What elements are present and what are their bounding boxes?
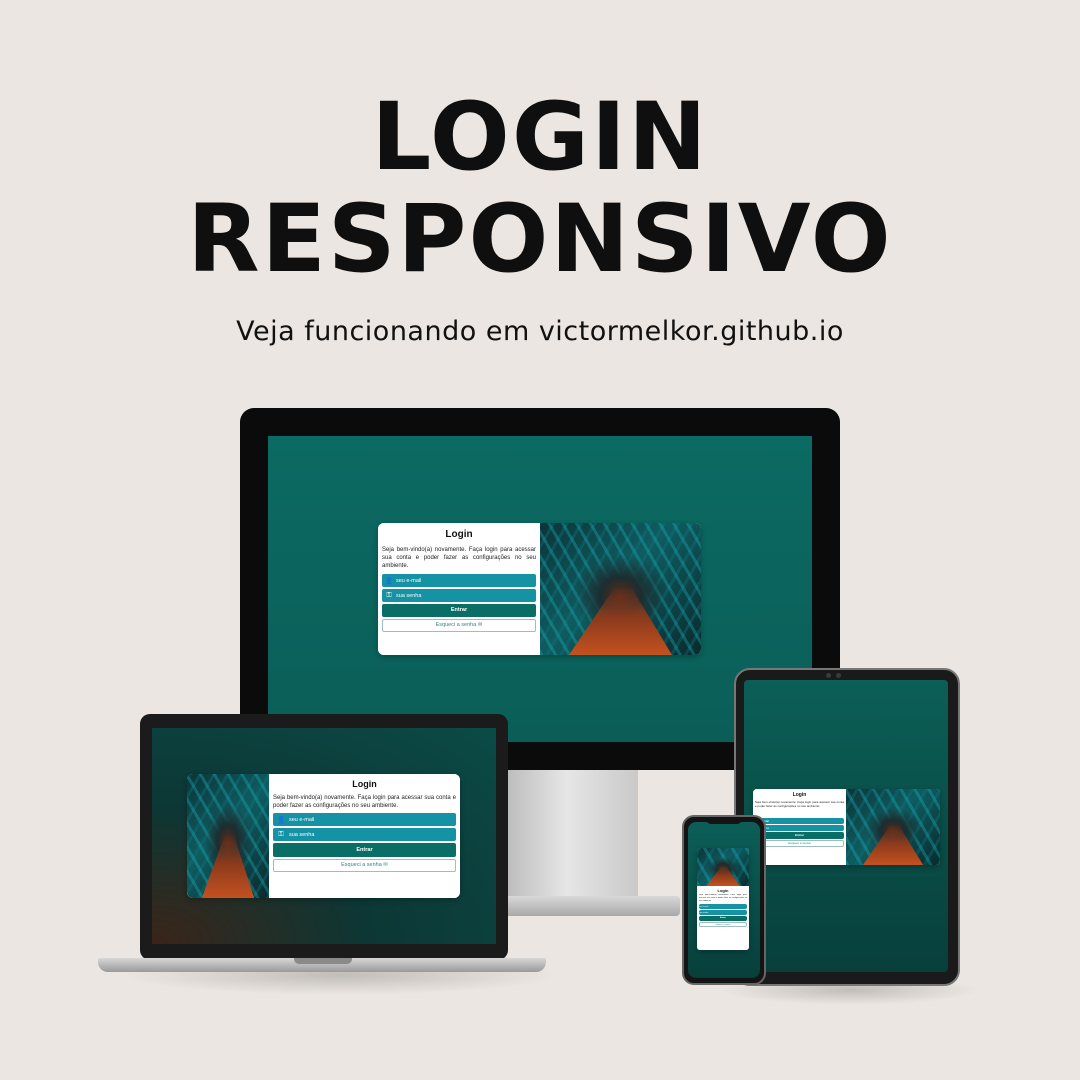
monitor-email-input[interactable]: 👤 seu e-mail: [382, 574, 536, 587]
promo-canvas: LOGIN RESPONSIVO Veja funcionando em vic…: [0, 0, 1080, 1080]
tablet-forgot-password-button[interactable]: Esqueci a senha: [755, 840, 844, 847]
phone-login-title: Login: [717, 888, 729, 893]
monitor-login-description: Seja bem-vindo(a) novamente. Faça login …: [382, 547, 536, 569]
user-icon: 👤: [384, 577, 394, 585]
tablet-email-input[interactable]: seu e-mail: [755, 818, 844, 824]
laptop-email-input[interactable]: 👤 seu e-mail: [273, 813, 456, 826]
phone-forgot-password-button[interactable]: Esqueci a senha: [699, 922, 747, 927]
phone-submit-button[interactable]: Entrar: [699, 916, 747, 921]
tablet-password-input[interactable]: sua senha: [755, 825, 844, 831]
tablet-camera: [836, 673, 841, 678]
monitor-stand: [508, 768, 638, 908]
monitor-forgot-password-button[interactable]: Esqueci a senha ✉: [382, 619, 536, 632]
key-icon: ⚿: [278, 830, 284, 838]
tablet-camera: [826, 673, 831, 678]
monitor-email-placeholder: seu e-mail: [396, 577, 422, 584]
headline-line-1: LOGIN: [371, 83, 709, 192]
laptop-forgot-password-button[interactable]: Esqueci a senha ✉: [273, 859, 456, 872]
monitor-forgot-label: Esqueci a senha: [435, 622, 477, 628]
phone-forgot-label: Esqueci a senha: [715, 924, 731, 926]
phone-login-description: Seja bem-vindo(a) novamente. Faça login …: [699, 894, 747, 902]
mail-icon: ✉: [383, 862, 388, 868]
monitor-tunnel-image: [540, 523, 701, 655]
laptop-login-card: Login Seja bem-vindo(a) novamente. Faça …: [187, 774, 460, 898]
monitor-password-input[interactable]: ⚿ sua senha: [382, 589, 536, 602]
phone-notch: [706, 818, 742, 824]
phone-password-placeholder: sua senha: [699, 911, 709, 914]
laptop-forgot-label: Esqueci a senha: [341, 862, 382, 868]
laptop-password-placeholder: sua senha: [289, 831, 315, 838]
key-icon: ⚿: [386, 591, 392, 599]
tablet-login-card: Login Seja bem-vindo(a) novamente. Faça …: [753, 789, 940, 865]
laptop-password-input[interactable]: ⚿ sua senha: [273, 828, 456, 841]
tablet-login-description: Seja bem-vindo(a) novamente. Faça login …: [755, 800, 844, 808]
laptop-login-title: Login: [352, 779, 377, 789]
tablet-login-form: Login Seja bem-vindo(a) novamente. Faça …: [753, 789, 846, 865]
laptop-tunnel-image: [187, 774, 269, 898]
laptop-notch: [294, 958, 352, 964]
phone-password-input[interactable]: sua senha: [699, 910, 747, 915]
tablet-submit-button[interactable]: Entrar: [755, 832, 844, 839]
phone-login-form: Login Seja bem-vindo(a) novamente. Faça …: [697, 886, 749, 950]
phone-login-card: Login Seja bem-vindo(a) novamente. Faça …: [697, 848, 749, 950]
tablet-login-title: Login: [792, 792, 807, 798]
subtitle: Veja funcionando em victormelkor.github.…: [236, 316, 844, 347]
monitor-login-card: Login Seja bem-vindo(a) novamente. Faça …: [378, 523, 701, 655]
monitor-password-placeholder: sua senha: [396, 592, 422, 599]
laptop-login-description: Seja bem-vindo(a) novamente. Faça login …: [273, 795, 456, 809]
phone-tunnel-image: [697, 848, 749, 886]
monitor-login-form: Login Seja bem-vindo(a) novamente. Faça …: [378, 523, 540, 655]
laptop-login-form: Login Seja bem-vindo(a) novamente. Faça …: [269, 774, 460, 898]
monitor-login-title: Login: [445, 529, 473, 540]
mail-icon: ✉: [477, 622, 483, 628]
phone-email-placeholder: seu e-mail: [699, 905, 709, 908]
user-icon: 👤: [276, 816, 286, 824]
laptop-submit-button[interactable]: Entrar: [273, 843, 456, 857]
phone-email-input[interactable]: seu e-mail: [699, 904, 747, 909]
headline-line-2: RESPONSIVO: [187, 185, 893, 294]
monitor-submit-button[interactable]: Entrar: [382, 604, 536, 617]
laptop-email-placeholder: seu e-mail: [289, 816, 315, 823]
tablet-tunnel-image: [846, 789, 940, 865]
tablet-forgot-label: Esqueci a senha: [788, 841, 811, 845]
